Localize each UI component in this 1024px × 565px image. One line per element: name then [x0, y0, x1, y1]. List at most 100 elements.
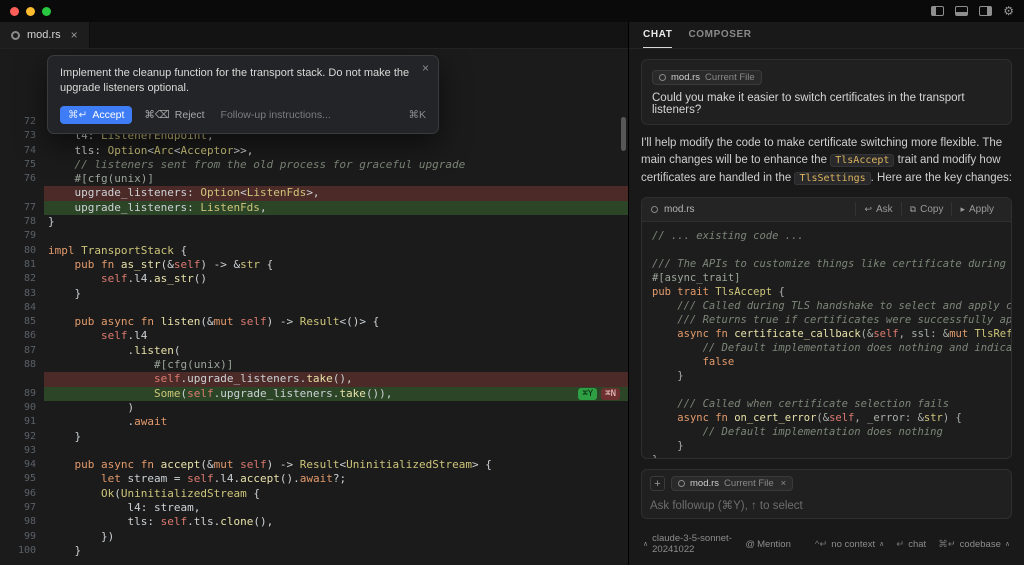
accept-label: Accept: [92, 108, 125, 121]
chat-code-line: [652, 243, 1001, 257]
code-line[interactable]: 81 pub fn as_str(&self) -> &str {: [0, 258, 628, 272]
chat-code-line: // Default implementation does nothing a…: [652, 341, 1011, 354]
no-context-button[interactable]: ^↵ no context ∧: [815, 539, 884, 550]
code-line[interactable]: 100 }: [0, 544, 628, 558]
code-line[interactable]: 77 upgrade_listeners: ListenFds,: [0, 200, 628, 216]
tab-label: mod.rs: [27, 29, 61, 41]
chip-filename: mod.rs: [690, 478, 720, 489]
chat-code-line: /// Called when certificate selection fa…: [652, 397, 950, 410]
chat-input[interactable]: + mod.rs Current File × Ask followup (⌘Y…: [641, 469, 1012, 519]
line-number: 75: [23, 158, 36, 170]
editor-scrollbar[interactable]: [621, 117, 626, 151]
add-context-button[interactable]: +: [650, 476, 665, 491]
code-line[interactable]: 89 Some(self.upgrade_listeners.take()), ⌘…: [0, 386, 628, 401]
chat-code-line: false: [702, 355, 735, 368]
code-line[interactable]: 76 #[cfg(unix)]: [0, 172, 628, 186]
chat-submit-button[interactable]: ↵ chat: [896, 539, 926, 550]
line-number: 100: [17, 544, 36, 556]
chat-panel: CHAT COMPOSER mod.rs Current File Could …: [629, 22, 1024, 565]
line-number: [0, 186, 44, 200]
codebase-submit-button[interactable]: ⌘↵ codebase ∧: [938, 539, 1010, 550]
code-line[interactable]: 92 }: [0, 430, 628, 444]
traffic-light-zoom-icon[interactable]: [42, 6, 51, 16]
traffic-light-close-icon[interactable]: [10, 6, 19, 16]
code-line[interactable]: 85 pub async fn listen(&mut self) -> Res…: [0, 315, 628, 329]
code-block-filename: mod.rs: [664, 203, 695, 215]
line-number: 80: [23, 244, 36, 256]
reject-line-badge[interactable]: ⌘N: [601, 387, 620, 400]
code-line[interactable]: 90 ): [0, 401, 628, 415]
tab-chat[interactable]: CHAT: [643, 22, 673, 48]
file-icon: [651, 205, 658, 213]
user-message-text: Could you make it easier to switch certi…: [652, 92, 965, 116]
code-line[interactable]: 96 Ok(UninitializedStream {: [0, 487, 628, 501]
inline-code: TlsSettings: [794, 171, 871, 185]
chat-code-line: }: [652, 369, 684, 382]
chip-subtitle: Current File: [705, 72, 755, 83]
code-line[interactable]: 99 }): [0, 530, 628, 544]
code-line[interactable]: 82 self.l4.as_str(): [0, 272, 628, 286]
tab-modrs[interactable]: mod.rs ×: [0, 22, 90, 48]
close-icon[interactable]: ×: [422, 61, 429, 75]
file-icon: [659, 74, 666, 81]
code-line[interactable]: 87 .listen(: [0, 344, 628, 358]
copy-label: Copy: [920, 203, 944, 215]
code-line[interactable]: 78}: [0, 215, 628, 229]
code-line[interactable]: 95 let stream = self.l4.accept().await?;: [0, 472, 628, 486]
line-number: 87: [23, 344, 36, 356]
code-line[interactable]: self.upgrade_listeners.take(),: [0, 372, 628, 387]
settings-gear-icon[interactable]: ⚙: [1003, 5, 1014, 17]
close-icon[interactable]: ×: [781, 478, 787, 489]
reject-label: Reject: [174, 108, 205, 121]
copy-icon: ⧉: [909, 203, 917, 214]
line-number: 93: [23, 444, 36, 456]
code-line[interactable]: 74 tls: Option<Arc<Acceptor>>,: [0, 144, 628, 158]
tab-composer[interactable]: COMPOSER: [688, 22, 751, 48]
traffic-light-minimize-icon[interactable]: [26, 6, 35, 16]
code-line[interactable]: 91 .await: [0, 415, 628, 429]
assistant-text-segment: . Here are the key changes:: [870, 171, 1012, 184]
chat-code-line: /// The APIs to customize things like ce…: [652, 257, 1007, 270]
prompt-text: Implement the cleanup function for the t…: [60, 67, 410, 95]
code-line[interactable]: 97 l4: stream,: [0, 501, 628, 515]
chat-code-line: #[async_trait]: [652, 271, 741, 284]
code-line[interactable]: 75 // listeners sent from the old proces…: [0, 158, 628, 172]
code-line[interactable]: 88 #[cfg(unix)]: [0, 358, 628, 372]
inline-ai-prompt-dialog: × Implement the cleanup function for the…: [47, 55, 439, 134]
accept-shortcut: ⌘↵: [68, 108, 88, 121]
input-context-chip[interactable]: mod.rs Current File ×: [671, 476, 794, 491]
ask-button[interactable]: ↩ Ask: [855, 202, 900, 217]
code-line[interactable]: 80 impl TransportStack {: [0, 244, 628, 258]
accept-button[interactable]: ⌘↵ Accept: [60, 105, 133, 124]
context-chip[interactable]: mod.rs Current File: [652, 70, 762, 85]
accept-line-badge[interactable]: ⌘Y: [578, 387, 598, 400]
editor-body[interactable]: 72pub(crate) struct TransportStack {73 l…: [0, 49, 628, 565]
toggle-bottom-panel-icon[interactable]: [955, 6, 969, 16]
chat-code-line: [652, 383, 1001, 397]
model-selector[interactable]: ∧ claude-3-5-sonnet-20241022: [643, 533, 733, 555]
at-icon: @: [745, 538, 756, 550]
code-line[interactable]: 83 }: [0, 287, 628, 301]
code-line[interactable]: 93: [0, 444, 628, 458]
line-number: 94: [23, 459, 36, 471]
apply-button[interactable]: ▸ Apply: [951, 202, 1002, 217]
ask-label: Ask: [875, 203, 893, 215]
close-icon[interactable]: ×: [71, 28, 78, 42]
title-bar: ⚙: [0, 0, 1024, 22]
code-line[interactable]: 79: [0, 229, 628, 243]
code-line[interactable]: upgrade_listeners: Option<ListenFds>,: [0, 186, 628, 201]
line-number: 72: [23, 116, 36, 127]
line-number: 85: [23, 316, 36, 328]
copy-button[interactable]: ⧉ Copy: [900, 202, 952, 217]
followup-instructions-input[interactable]: Follow-up instructions...: [221, 109, 331, 121]
line-number: 99: [23, 530, 36, 542]
code-line[interactable]: 98 tls: self.tls.clone(),: [0, 515, 628, 529]
toggle-right-panel-icon[interactable]: [979, 6, 993, 16]
chevron-up-icon: ∧: [643, 541, 649, 548]
code-line[interactable]: 86 self.l4: [0, 329, 628, 343]
code-line[interactable]: 94 pub async fn accept(&mut self) -> Res…: [0, 458, 628, 472]
code-line[interactable]: 84: [0, 301, 628, 315]
mention-button[interactable]: @ Mention: [745, 539, 790, 550]
reject-button[interactable]: ⌘⌫ Reject: [144, 109, 204, 121]
toggle-left-panel-icon[interactable]: [931, 6, 945, 16]
